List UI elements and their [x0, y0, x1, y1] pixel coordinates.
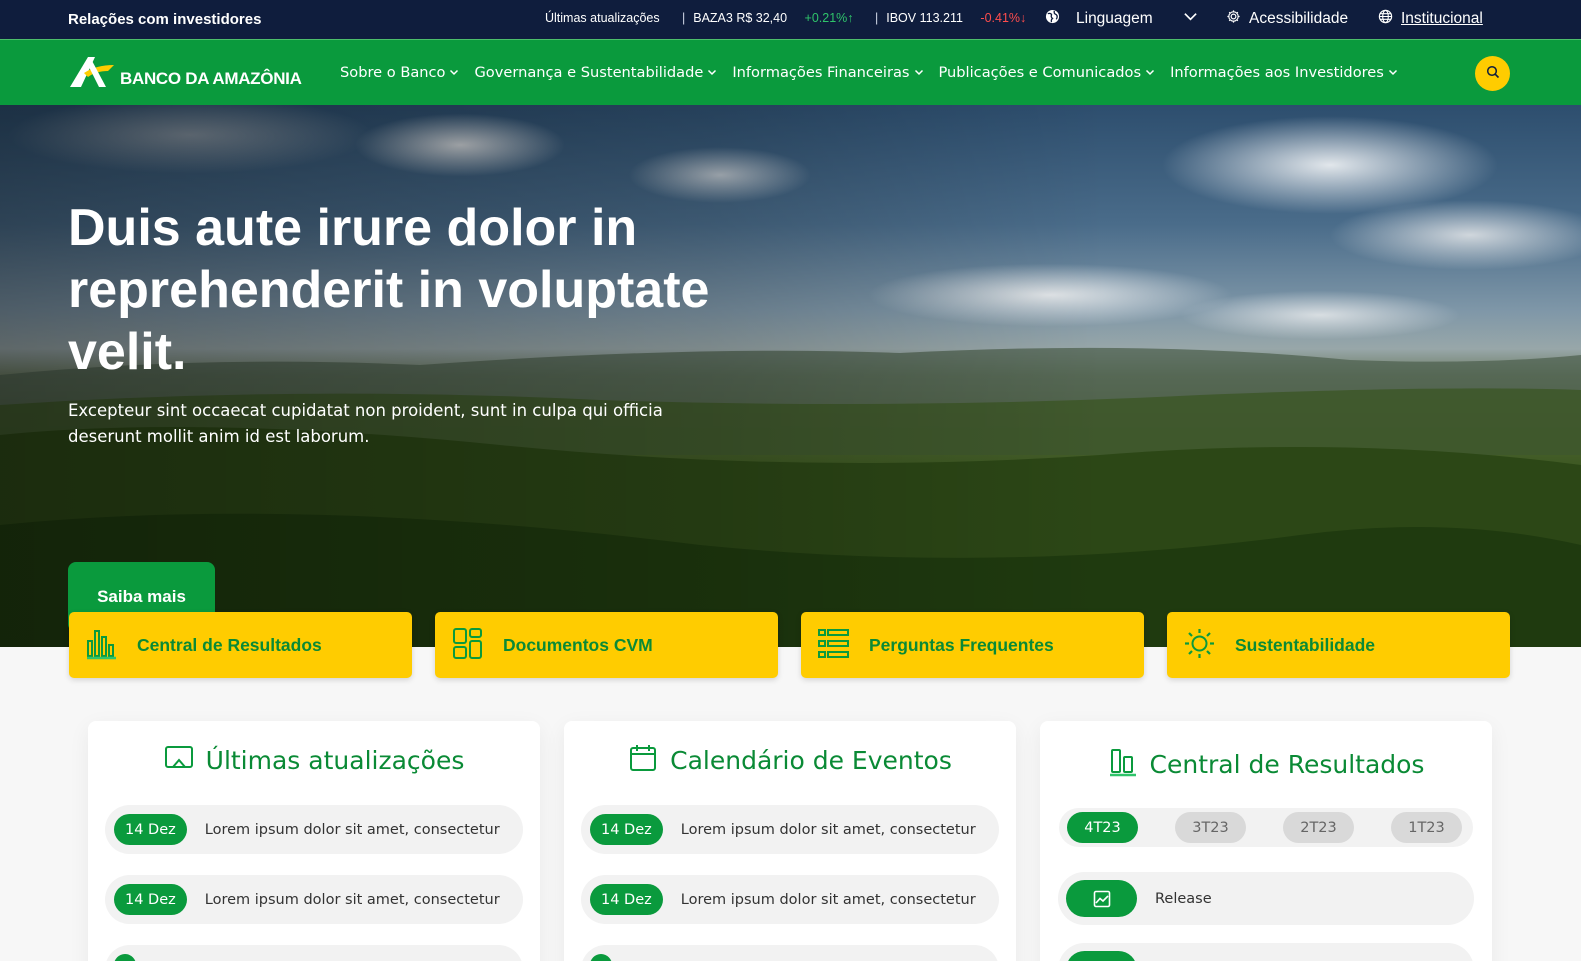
nav-item-sobre-o-banco[interactable]: Sobre o Banco	[340, 64, 459, 81]
top-bar: Relações com investidores Últimas atuali…	[0, 0, 1581, 39]
nav-item-informacoes-financeiras[interactable]: Informações Financeiras	[732, 64, 923, 81]
hero-title: Duis aute irure dolor in reprehenderit i…	[68, 199, 710, 381]
nav-item-label: Publicações e Comunicados	[938, 64, 1142, 81]
ibov-change: -0.41%↓	[980, 11, 1027, 25]
latest-updates-card: Últimas atualizações 14 Dez Lorem ipsum …	[88, 721, 540, 961]
date-badge: 14 Dez	[114, 814, 187, 845]
date-badge: 14 Dez	[590, 884, 663, 915]
accessibility-label: Acessibilidade	[1249, 10, 1349, 27]
ticker-ibov: | IBOV 113.211 -0.41%↓	[875, 11, 1026, 25]
nav-item-publicacoes[interactable]: Publicações e Comunicados	[939, 64, 1156, 81]
web-globe-icon	[1378, 9, 1393, 29]
chevron-down-icon	[707, 64, 717, 81]
nav-item-informacoes-investidores[interactable]: Informações aos Investidores	[1170, 64, 1398, 81]
main-navigation: BANCO DA AMAZÔNIA Sobre o Banco Governan…	[0, 39, 1581, 105]
quick-link-label: Central de Resultados	[137, 634, 322, 655]
list-item-text: Lorem ipsum dolor sit amet, consectetur	[204, 821, 500, 838]
language-label: Linguagem	[1076, 10, 1153, 27]
globe-icon	[1045, 9, 1060, 29]
ticker-separator: |	[875, 11, 879, 25]
nav-item-governanca[interactable]: Governança e Sustentabilidade	[474, 64, 717, 81]
chevron-down-icon	[1145, 64, 1155, 81]
nav-item-label: Sobre o Banco	[340, 64, 446, 81]
image-icon	[1066, 880, 1137, 917]
institutional-label: Institucional	[1401, 10, 1483, 27]
columns-chart-icon	[1108, 747, 1138, 781]
bank-logo[interactable]: BANCO DA AMAZÔNIA	[68, 55, 302, 93]
list-item[interactable]: 14 Dez Lorem ipsum dolor sit amet, conse…	[581, 875, 999, 924]
list-item[interactable]: 14 Dez Lorem ipsum dolor sit amet, conse…	[105, 875, 523, 924]
ticker-baza3: | BAZA3 R$ 32,40 +0.21%↑	[682, 11, 854, 25]
list-item-text: Lorem ipsum dolor sit amet, consectetur	[680, 891, 976, 908]
institutional-link[interactable]: Institucional	[1378, 9, 1483, 29]
list-item-text: Lorem ipsum dolor sit amet, consectetur	[204, 891, 500, 908]
hero-banner: Duis aute irure dolor in reprehenderit i…	[0, 105, 1581, 647]
list-item[interactable]: 14 Dez Lorem ipsum dolor sit amet, conse…	[105, 805, 523, 854]
quick-link-label: Documentos CVM	[503, 634, 653, 655]
date-badge	[114, 954, 136, 961]
quick-link-label: Perguntas Frequentes	[869, 634, 1054, 655]
quick-link-perguntas-frequentes[interactable]: Perguntas Frequentes	[801, 612, 1144, 678]
chevron-down-icon	[1388, 64, 1398, 81]
ticker-title: Últimas atualizações	[545, 11, 660, 25]
baza3-change: +0.21%↑	[804, 11, 854, 25]
card-title: Central de Resultados	[1149, 749, 1425, 779]
ticker-separator: |	[682, 11, 686, 25]
card-header: Central de Resultados	[1040, 747, 1492, 781]
dashboard-grid-icon	[452, 627, 483, 664]
events-calendar-card: Calendário de Eventos 14 Dez Lorem ipsum…	[564, 721, 1016, 961]
hero-subtitle: Excepteur sint occaecat cupidatat non pr…	[68, 401, 663, 446]
list-item[interactable]	[581, 945, 999, 961]
result-item-label: Release	[1155, 890, 1212, 907]
hero-content: Duis aute irure dolor in reprehenderit i…	[68, 197, 728, 632]
nav-menu: Sobre o Banco Governança e Sustentabilid…	[340, 64, 1398, 81]
list-item-text: Lorem ipsum dolor sit amet, consectetur	[680, 821, 976, 838]
result-item-icon	[1066, 951, 1137, 961]
monitor-image-icon	[164, 743, 194, 777]
sun-icon	[1184, 627, 1215, 664]
nav-item-label: Governança e Sustentabilidade	[474, 64, 704, 81]
baza3-label: BAZA3 R$ 32,40	[693, 11, 788, 25]
card-title: Últimas atualizações	[205, 745, 465, 775]
chevron-down-icon	[449, 64, 459, 81]
search-icon	[1486, 64, 1500, 83]
nav-item-label: Informações aos Investidores	[1170, 64, 1384, 81]
date-badge	[590, 954, 612, 961]
list-item[interactable]	[105, 945, 523, 961]
gear-icon	[1226, 9, 1241, 29]
chevron-down-icon	[1183, 9, 1198, 29]
list-icon	[818, 627, 849, 664]
investor-relations-title: Relações com investidores	[68, 11, 262, 28]
quick-link-central-de-resultados[interactable]: Central de Resultados	[69, 612, 412, 678]
quick-link-documentos-cvm[interactable]: Documentos CVM	[435, 612, 778, 678]
card-title: Calendário de Eventos	[670, 745, 952, 775]
accessibility-link[interactable]: Acessibilidade	[1226, 9, 1348, 29]
period-tab-2t23[interactable]: 2T23	[1283, 812, 1354, 843]
result-item-release[interactable]: Release	[1058, 872, 1474, 925]
period-tab-4t23[interactable]: 4T23	[1067, 812, 1138, 843]
quick-link-sustentabilidade[interactable]: Sustentabilidade	[1167, 612, 1510, 678]
list-item[interactable]: 14 Dez Lorem ipsum dolor sit amet, conse…	[581, 805, 999, 854]
chevron-down-icon	[914, 64, 924, 81]
ibov-label: IBOV 113.211	[886, 11, 963, 25]
language-selector[interactable]: Linguagem	[1045, 9, 1198, 29]
card-header: Calendário de Eventos	[564, 743, 1016, 777]
logo-text: BANCO DA AMAZÔNIA	[120, 69, 302, 88]
calendar-icon	[628, 743, 658, 777]
date-badge: 14 Dez	[590, 814, 663, 845]
nav-item-label: Informações Financeiras	[732, 64, 910, 81]
period-tab-1t23[interactable]: 1T23	[1391, 812, 1462, 843]
date-badge: 14 Dez	[114, 884, 187, 915]
period-selector: 4T23 3T23 2T23 1T23	[1059, 808, 1473, 847]
period-tab-3t23[interactable]: 3T23	[1175, 812, 1246, 843]
results-center-card: Central de Resultados 4T23 3T23 2T23 1T2…	[1040, 721, 1492, 961]
bar-chart-icon	[86, 627, 117, 664]
logo-mark-icon	[68, 55, 116, 93]
result-item[interactable]	[1058, 943, 1474, 961]
card-header: Últimas atualizações	[88, 743, 540, 777]
search-button[interactable]	[1475, 56, 1510, 91]
quick-link-label: Sustentabilidade	[1235, 634, 1376, 655]
